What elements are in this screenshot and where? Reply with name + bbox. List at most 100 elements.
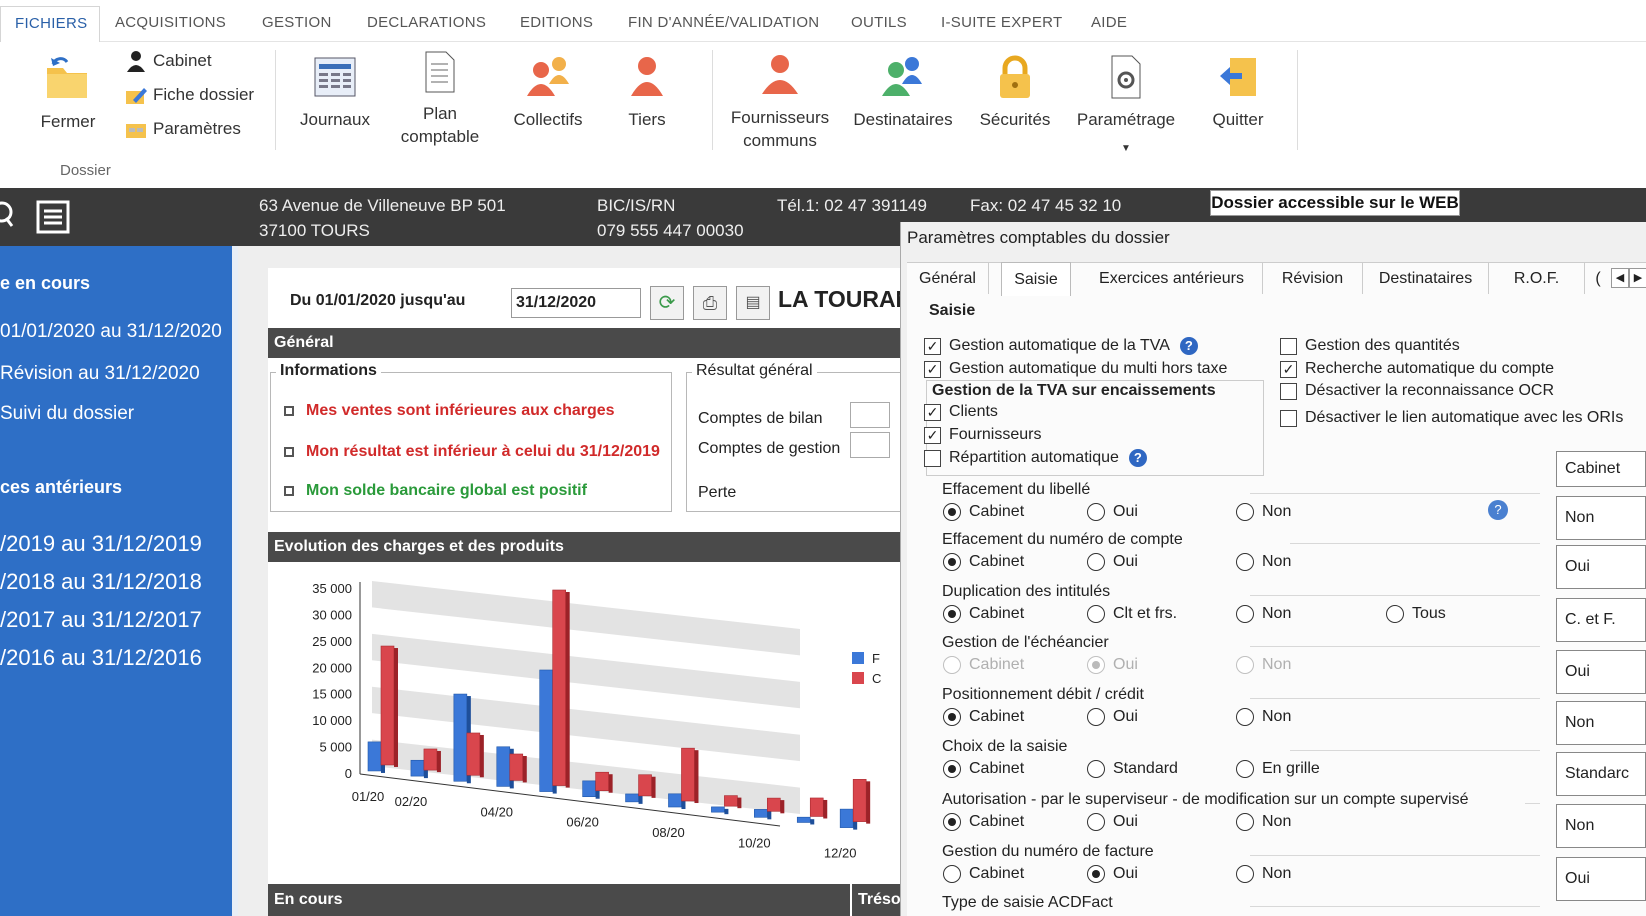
radio-option[interactable]: Clt et frs. <box>1087 605 1177 623</box>
collectifs-button[interactable]: Collectifs <box>505 54 591 131</box>
checkbox-repartition[interactable]: Répartition automatique? <box>924 449 1147 467</box>
menu-gestion[interactable]: GESTION <box>262 14 332 31</box>
tab-scroll-left-icon[interactable]: ◀ <box>1611 268 1629 288</box>
cabinet-default-value: Non <box>1556 701 1646 745</box>
radio-option[interactable]: Non <box>1236 605 1291 623</box>
tab-exercices-anterieurs[interactable]: Exercices antérieurs <box>1081 262 1263 294</box>
fermer-button[interactable]: Fermer <box>36 54 100 133</box>
journal-icon <box>314 57 356 97</box>
recipients-icon <box>882 57 922 96</box>
menu-outils[interactable]: OUTILS <box>851 14 907 31</box>
perte-label: Perte <box>698 484 737 501</box>
destinataires-label: Destinataires <box>853 110 953 129</box>
chart-bar <box>582 780 596 798</box>
fournisseurs-communs-button[interactable]: Fournisseurs communs <box>725 52 835 152</box>
help-icon[interactable]: ? <box>1128 449 1147 467</box>
help-icon[interactable]: ? <box>1488 500 1508 520</box>
menu-fichiers[interactable]: FICHIERS <box>0 6 100 43</box>
tiers-button[interactable]: Tiers <box>612 54 682 131</box>
radio-option[interactable]: Oui <box>1087 708 1138 726</box>
menu-fin-annee[interactable]: FIN D'ANNÉE/VALIDATION <box>628 14 819 31</box>
radio-option[interactable]: Oui <box>1087 503 1138 521</box>
radio-option[interactable]: Non <box>1236 553 1291 571</box>
checkbox-clients[interactable]: ✓ Clients <box>924 403 998 421</box>
radio-option[interactable]: En grille <box>1236 760 1320 778</box>
radio-option[interactable]: Non <box>1236 503 1291 521</box>
section-title: Effacement du numéro de compte <box>942 531 1183 548</box>
chart-bar <box>367 741 382 772</box>
securites-button[interactable]: Sécurités <box>975 54 1055 131</box>
radio-option[interactable]: Oui <box>1087 813 1138 831</box>
radio-option[interactable]: Oui <box>1087 865 1138 883</box>
menu-editions[interactable]: EDITIONS <box>520 14 593 31</box>
parametrage-button[interactable]: Paramétrage ▼ <box>1070 54 1182 160</box>
menu-declarations[interactable]: DECLARATIONS <box>367 14 486 31</box>
chart-bar-side <box>810 819 815 825</box>
checkbox-multi-ht[interactable]: ✓ Gestion automatique du multi hors taxe <box>924 360 1227 378</box>
tab-revision[interactable]: Révision <box>1263 262 1363 294</box>
chart-y-tick-label: 5 000 <box>319 740 352 755</box>
refresh-icon[interactable]: ⟳ <box>650 286 684 320</box>
search-icon[interactable] <box>0 198 14 234</box>
chart-bar-side <box>694 750 699 804</box>
chart-bar <box>625 793 639 803</box>
radio-option[interactable]: Cabinet <box>943 708 1024 726</box>
menu-acquisitions[interactable]: ACQUISITIONS <box>115 14 226 31</box>
cabinet-button[interactable]: Cabinet <box>125 50 212 72</box>
tab-saisie[interactable]: Saisie <box>1001 262 1071 296</box>
radio-option[interactable]: Cabinet <box>943 605 1024 623</box>
radio-option[interactable]: Non <box>1236 865 1291 883</box>
radio-option[interactable]: Cabinet <box>943 865 1024 883</box>
list-icon[interactable] <box>36 200 70 234</box>
securites-label: Sécurités <box>979 110 1051 129</box>
parametres-button[interactable]: Paramètres <box>125 118 241 140</box>
radio-option[interactable]: Standard <box>1087 760 1178 778</box>
end-date-input[interactable]: 31/12/2020 <box>511 288 641 318</box>
nav-item-exercice[interactable]: 01/01/2020 au 31/12/2020 <box>0 321 222 343</box>
radio-option[interactable]: Oui <box>1087 553 1138 571</box>
radio-option: Cabinet <box>943 656 1024 674</box>
checkbox-quantites[interactable]: Gestion des quantités <box>1280 337 1460 355</box>
export-icon[interactable]: ▤ <box>736 286 770 320</box>
nav-item-suivi[interactable]: Suivi du dossier <box>0 403 134 425</box>
journaux-button[interactable]: Journaux <box>294 54 376 131</box>
checkbox-fournisseurs[interactable]: ✓ Fournisseurs <box>924 426 1041 444</box>
checkbox-recherche-compte[interactable]: ✓ Recherche automatique du compte <box>1280 360 1554 378</box>
tab-scroll-right-icon[interactable]: ▶ <box>1629 268 1646 288</box>
checkbox-ocr[interactable]: Désactiver la reconnaissance OCR <box>1280 382 1554 400</box>
nav-item-2017[interactable]: /2017 au 31/12/2017 <box>0 607 202 633</box>
radio-option[interactable]: Cabinet <box>943 503 1024 521</box>
resultat-title: Résultat général <box>692 362 817 380</box>
chart-bar <box>496 746 511 787</box>
tab-more[interactable]: ( <box>1591 262 1605 294</box>
tab-general[interactable]: Général <box>907 262 989 294</box>
tab-destinataires[interactable]: Destinataires <box>1363 262 1489 294</box>
nav-item-revision[interactable]: Révision au 31/12/2020 <box>0 363 200 385</box>
destinataires-button[interactable]: Destinataires <box>848 54 958 131</box>
checkbox-lien-oris[interactable]: Désactiver le lien automatique avec les … <box>1280 409 1623 427</box>
tab-rof[interactable]: R.O.F. <box>1489 262 1585 294</box>
fiche-dossier-button[interactable]: Fiche dossier <box>125 84 254 106</box>
nav-item-2016[interactable]: /2016 au 31/12/2016 <box>0 645 202 671</box>
radio-option[interactable]: Tous <box>1386 605 1446 623</box>
nav-item-2019[interactable]: /2019 au 31/12/2019 <box>0 531 202 557</box>
plan-comptable-button[interactable]: Plan comptable <box>395 50 485 148</box>
cabinet-default-value: Standarc <box>1556 752 1646 796</box>
chart-bar-side <box>522 755 527 783</box>
quitter-button[interactable]: Quitter <box>1200 54 1276 131</box>
radio-option[interactable]: Cabinet <box>943 813 1024 831</box>
user-red-icon <box>631 57 663 96</box>
print-icon[interactable]: ⎙ <box>693 286 727 320</box>
chart-x-tick-label: 10/20 <box>738 835 771 850</box>
menu-aide[interactable]: AIDE <box>1091 14 1127 31</box>
nav-item-2018[interactable]: /2018 au 31/12/2018 <box>0 569 202 595</box>
radio-option[interactable]: Cabinet <box>943 760 1024 778</box>
radio-option[interactable]: Non <box>1236 813 1291 831</box>
radio-option[interactable]: Cabinet <box>943 553 1024 571</box>
folder-close-icon <box>47 57 87 98</box>
menu-isuite[interactable]: I-SUITE EXPERT <box>941 14 1062 31</box>
chevron-down-icon[interactable]: ▼ <box>1070 137 1182 160</box>
radio-option[interactable]: Non <box>1236 708 1291 726</box>
help-icon[interactable]: ? <box>1179 337 1198 355</box>
checkbox-gestion-tva[interactable]: ✓ Gestion automatique de la TVA? <box>924 337 1198 355</box>
